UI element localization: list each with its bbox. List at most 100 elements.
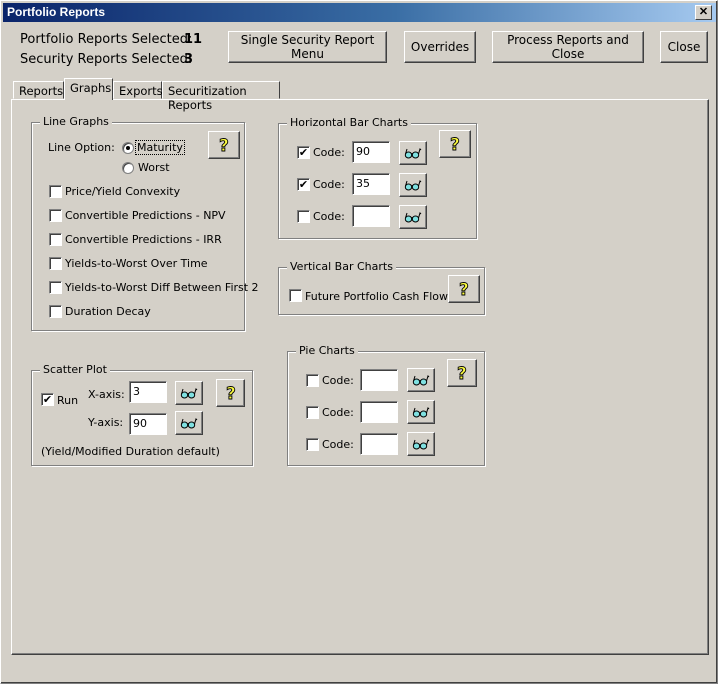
horizontal-bar-help-button[interactable]: ? (439, 130, 471, 158)
svg-text:?: ? (219, 136, 229, 154)
scatter-default-note: (Yield/Modified Duration default) (41, 445, 220, 458)
single-security-report-menu-button[interactable]: Single Security Report Menu (228, 31, 387, 63)
tab-exports[interactable]: Exports (113, 81, 163, 99)
tab-exports-label: Exports (119, 84, 163, 98)
scatter-y-axis-lookup-button[interactable] (175, 411, 203, 435)
radio-worst-label[interactable]: Worst (138, 161, 170, 174)
pie-code-3-checkbox[interactable] (306, 438, 319, 451)
scatter-plot-legend: Scatter Plot (40, 363, 110, 376)
label-price-yield-convexity: Price/Yield Convexity (65, 185, 181, 198)
pie-code-2-label: Code: (322, 406, 354, 419)
scatter-y-axis-label: Y-axis: (88, 416, 124, 429)
title-bar: Portfolio Reports ✕ (3, 3, 716, 22)
process-reports-and-close-button[interactable]: Process Reports and Close (492, 31, 644, 63)
checkbox-convertible-irr[interactable] (49, 233, 62, 246)
svg-text:?: ? (450, 135, 460, 153)
radio-selected-dot (126, 146, 130, 150)
radio-worst[interactable] (122, 162, 134, 174)
label-future-portfolio-cash-flows: Future Portfolio Cash Flows (305, 290, 454, 303)
pie-code-2-checkbox[interactable] (306, 406, 319, 419)
pie-code-1-label: Code: (322, 374, 354, 387)
pie-code-1-input[interactable] (360, 369, 398, 391)
pie-code-3-label: Code: (322, 438, 354, 451)
hbar-code-1-input[interactable]: 90 (352, 141, 390, 163)
portfolio-reports-window: Portfolio Reports ✕ Portfolio Reports Se… (0, 0, 718, 684)
hbar-code-1-lookup-button[interactable] (399, 141, 427, 165)
scatter-y-axis-input[interactable]: 90 (129, 413, 167, 435)
hbar-code-1-checkbox[interactable]: ✔ (297, 146, 310, 159)
vertical-bar-help-button[interactable]: ? (448, 275, 480, 303)
glasses-lookup-icon (412, 375, 430, 386)
pie-charts-help-button[interactable]: ? (447, 359, 477, 387)
checkbox-future-portfolio-cash-flows[interactable] (289, 289, 302, 302)
help-question-icon: ? (225, 384, 236, 402)
check-icon: ✔ (298, 178, 309, 191)
line-graphs-help-button[interactable]: ? (208, 131, 240, 159)
radio-maturity-label[interactable]: Maturity (135, 140, 185, 155)
pie-code-3-input[interactable] (360, 433, 398, 455)
checkbox-duration-decay[interactable] (49, 305, 62, 318)
scatter-run-checkbox[interactable]: ✔ (41, 393, 54, 406)
label-ytw-over-time: Yields-to-Worst Over Time (65, 257, 208, 270)
label-convertible-npv: Convertible Predictions - NPV (65, 209, 226, 222)
tab-graphs[interactable]: Graphs (64, 78, 113, 100)
hbar-code-3-checkbox[interactable] (297, 210, 310, 223)
hbar-code-3-lookup-button[interactable] (399, 205, 427, 229)
tab-reports[interactable]: Reports (13, 81, 64, 99)
radio-maturity[interactable] (122, 142, 134, 154)
hbar-code-2-lookup-button[interactable] (399, 173, 427, 197)
help-question-icon: ? (457, 364, 468, 382)
close-button[interactable]: Close (660, 31, 708, 63)
hbar-code-1-label: Code: (313, 146, 345, 159)
checkbox-price-yield-convexity[interactable] (49, 185, 62, 198)
window-title: Portfolio Reports (7, 5, 105, 19)
hbar-code-2-label: Code: (313, 178, 345, 191)
pie-code-2-input[interactable] (360, 401, 398, 423)
pie-code-1-checkbox[interactable] (306, 374, 319, 387)
glasses-lookup-icon (404, 148, 422, 159)
scatter-run-label: Run (57, 394, 79, 407)
hbar-code-2-checkbox[interactable]: ✔ (297, 178, 310, 191)
tab-reports-label: Reports (19, 84, 64, 98)
checkbox-ytw-diff-first-2[interactable] (49, 281, 62, 294)
security-reports-selected-label: Security Reports Selected: (20, 52, 193, 67)
portfolio-reports-selected-count: 11 (184, 32, 203, 47)
check-icon: ✔ (298, 146, 309, 159)
horizontal-bar-charts-legend: Horizontal Bar Charts (287, 116, 411, 129)
pie-code-2-lookup-button[interactable] (407, 400, 435, 424)
checkbox-ytw-over-time[interactable] (49, 257, 62, 270)
tab-securitization-reports[interactable]: Securitization Reports (162, 81, 280, 112)
pie-charts-legend: Pie Charts (296, 344, 358, 357)
svg-text:?: ? (226, 384, 236, 402)
line-graphs-legend: Line Graphs (40, 115, 112, 128)
pie-code-1-lookup-button[interactable] (407, 368, 435, 392)
glasses-lookup-icon (412, 407, 430, 418)
hbar-code-3-input[interactable] (352, 205, 390, 227)
vertical-bar-charts-legend: Vertical Bar Charts (287, 260, 396, 273)
glasses-lookup-icon (404, 180, 422, 191)
scatter-x-axis-label: X-axis: (88, 388, 125, 401)
line-option-label: Line Option: (48, 141, 115, 154)
security-reports-selected-count: 3 (184, 52, 194, 67)
close-window-button[interactable]: ✕ (695, 5, 712, 20)
label-duration-decay: Duration Decay (65, 305, 151, 318)
overrides-button[interactable]: Overrides (404, 31, 476, 63)
label-ytw-diff-first-2: Yields-to-Worst Diff Between First 2 (65, 281, 259, 294)
hbar-code-3-label: Code: (313, 210, 345, 223)
checkbox-convertible-npv[interactable] (49, 209, 62, 222)
glasses-lookup-icon (180, 418, 198, 429)
check-icon: ✔ (42, 393, 53, 406)
label-convertible-irr: Convertible Predictions - IRR (65, 233, 222, 246)
pie-code-3-lookup-button[interactable] (407, 432, 435, 456)
glasses-lookup-icon (180, 388, 198, 399)
scatter-x-axis-lookup-button[interactable] (175, 381, 203, 405)
help-question-icon: ? (450, 135, 461, 153)
glasses-lookup-icon (412, 439, 430, 450)
scatter-x-axis-input[interactable]: 3 (129, 381, 167, 403)
help-question-icon: ? (219, 136, 230, 154)
scatter-help-button[interactable]: ? (216, 379, 245, 407)
tab-graphs-label: Graphs (70, 81, 112, 95)
hbar-code-2-input[interactable]: 35 (352, 173, 390, 195)
portfolio-reports-selected-label: Portfolio Reports Selected: (20, 32, 193, 47)
close-icon: ✕ (698, 6, 709, 18)
